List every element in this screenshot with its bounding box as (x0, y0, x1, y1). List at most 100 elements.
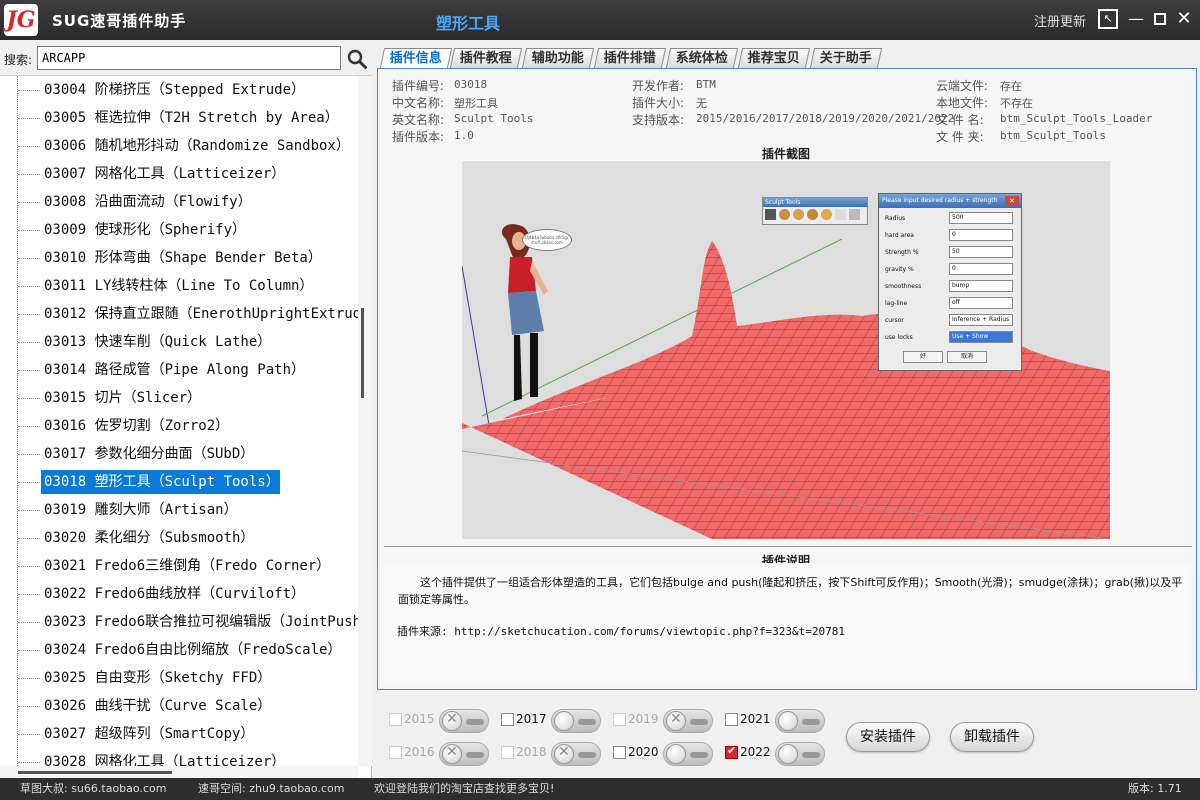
version-toggle[interactable]: ✕ (439, 742, 489, 766)
version-checkbox[interactable] (613, 713, 626, 726)
tree-item[interactable]: 03006 随机地形抖动（Randomize Sandbox） (44, 134, 350, 158)
tree-item[interactable]: 03010 形体弯曲（Shape Bender Beta） (44, 246, 322, 270)
tree-item[interactable]: 03007 网格化工具（Latticeizer） (44, 162, 285, 186)
tab-auxiliary[interactable]: 辅助功能 (521, 48, 595, 68)
tree-connector (18, 398, 40, 399)
tree-item[interactable]: 03023 Fredo6联合推拉可视编辑版（JointPushPull） (44, 610, 358, 634)
dialog-field-label: Radius (885, 215, 906, 222)
version-checkbox[interactable] (389, 746, 402, 759)
version-toggle[interactable]: ✕ (663, 709, 713, 733)
version-label: 2015 (404, 712, 435, 726)
close-button[interactable]: ✕ (1174, 9, 1194, 29)
version-toggle[interactable] (551, 709, 601, 733)
tab-about[interactable]: 关于助手 (809, 48, 883, 68)
dialog-field-input: bump (949, 280, 1013, 292)
person-figure (501, 224, 548, 401)
tree-item[interactable]: 03016 佐罗切割（Zorro2） (44, 414, 229, 438)
minimize-button[interactable]: — (1126, 9, 1146, 29)
toggle-knob (778, 711, 798, 731)
version-toggle[interactable] (663, 742, 713, 766)
tool-icon (835, 209, 846, 220)
status-shop-1[interactable]: 草图大叔: su66.taobao.com (20, 778, 166, 800)
tree-item[interactable]: 03014 路径成管（Pipe Along Path） (44, 358, 305, 382)
tree-item[interactable]: 03026 曲线干扰（Curve Scale） (44, 694, 271, 718)
disabled-x-icon: ✕ (558, 744, 570, 760)
version-toggle[interactable]: ✕ (551, 742, 601, 766)
dialog-cancel-button: 取消 (947, 351, 987, 363)
tree-item[interactable]: 03022 Fredo6曲线放样（Curviloft） (44, 582, 305, 606)
info-value: 不存在 (1000, 97, 1033, 110)
version-label: 2022 (740, 745, 771, 759)
register-update-link[interactable]: 注册更新 (1034, 11, 1086, 30)
info-value: 存在 (1000, 80, 1022, 93)
tree-item-selected[interactable]: 03018 塑形工具（Sculpt Tools） (41, 470, 280, 494)
tab-label: 辅助功能 (531, 51, 584, 66)
dialog-field-label: Strength % (885, 249, 919, 256)
tree-item[interactable]: 03009 使球形化（Spherify） (44, 218, 246, 242)
tab-plugin-info[interactable]: 插件信息 (379, 48, 453, 68)
tree-item[interactable]: 03028 网格化工具（Latticeizer） (44, 750, 285, 766)
tool-icon (821, 209, 832, 220)
maximize-button[interactable] (1150, 9, 1170, 29)
tab-label: 插件信息 (389, 51, 442, 66)
version-checkbox[interactable] (389, 713, 402, 726)
tree-item[interactable]: 03011 LY线转柱体（Line To Column） (44, 274, 313, 298)
search-icon[interactable] (347, 49, 367, 69)
tool-icon (849, 209, 860, 220)
tree-connector (18, 538, 40, 539)
tab-recommend[interactable]: 推荐宝贝 (737, 48, 811, 68)
vertical-scrollbar[interactable] (358, 76, 372, 766)
horizontal-scrollbar[interactable] (0, 766, 358, 778)
tab-plugin-tutorial[interactable]: 插件教程 (449, 48, 523, 68)
version-checkbox[interactable] (501, 713, 514, 726)
speech-bubble: sfj4b4a3ububu sflr5gr. stuff.pbses.com (522, 229, 572, 251)
horizontal-scroll-thumb[interactable] (18, 771, 172, 774)
dialog-field-label: use locks (885, 334, 913, 341)
tab-system-check[interactable]: 系统体检 (665, 48, 739, 68)
tree-item[interactable]: 03008 沿曲面流动（Flowify） (44, 190, 252, 214)
tree-item[interactable]: 03019 雕刻大师（Artisan） (44, 498, 238, 522)
version-checkbox[interactable] (725, 744, 738, 759)
toggle-track-icon (690, 752, 708, 758)
tree-item[interactable]: 03013 快速车削（Quick Lathe） (44, 330, 271, 354)
version-2017: 2017 (501, 709, 611, 733)
dialog-field-label: smoothness (885, 283, 922, 290)
search-input[interactable] (37, 46, 341, 70)
uninstall-plugin-button[interactable]: 卸载插件 (950, 722, 1034, 752)
tab-troubleshoot[interactable]: 插件排错 (593, 48, 667, 68)
tree-connector (18, 342, 40, 343)
info-value: 无 (696, 97, 707, 110)
expand-icon[interactable]: ↖ (1098, 9, 1118, 29)
install-plugin-button[interactable]: 安装插件 (846, 722, 930, 752)
status-bar: 草图大叔: su66.taobao.com 速哥空间: zhu9.taobao.… (0, 778, 1200, 800)
version-2015: 2015 ✕ (389, 709, 499, 733)
version-toggle[interactable]: ✕ (439, 709, 489, 733)
toolbar-icons (763, 207, 867, 222)
tree-item[interactable]: 03015 切片（Slicer） (44, 386, 201, 410)
info-value: btm_Sculpt_Tools_Loader (1000, 112, 1153, 125)
tree-item[interactable]: 03012 保持直立跟随（EnerothUprightExtruder） (44, 302, 358, 326)
tree-connector (18, 146, 40, 147)
tree-item[interactable]: 03017 参数化细分曲面（SUbD） (44, 442, 254, 466)
version-label: 2016 (404, 745, 435, 759)
tree-item[interactable]: 03004 阶梯挤压（Stepped Extrude） (44, 78, 305, 102)
tree-item[interactable]: 03024 Fredo6自由比例缩放（FredoScale） (44, 638, 341, 662)
info-key: 支持版本: (632, 113, 685, 127)
version-checkbox[interactable] (613, 746, 626, 759)
version-toggle[interactable] (775, 742, 825, 766)
tree-connector (18, 566, 40, 567)
tree-item[interactable]: 03027 超级阵列（SmartCopy） (44, 722, 254, 746)
toggle-track-icon (802, 752, 820, 758)
plugin-source[interactable]: 插件来源: http://sketchucation.com/forums/vi… (397, 623, 845, 639)
tree-item[interactable]: 03020 柔化细分（Subsmooth） (44, 526, 254, 550)
tree-item[interactable]: 03025 自由变形（Sketchy FFD） (44, 666, 271, 690)
status-shop-2[interactable]: 速哥空间: zhu9.taobao.com (198, 778, 344, 800)
version-toggle[interactable] (775, 709, 825, 733)
version-checkbox[interactable] (725, 713, 738, 726)
vertical-scroll-thumb[interactable] (361, 308, 364, 398)
version-checkbox[interactable] (501, 746, 514, 759)
tree-item[interactable]: 03021 Fredo6三维倒角（Fredo Corner） (44, 554, 330, 578)
tree-item[interactable]: 03005 框选拉伸（T2H Stretch by Area） (44, 106, 339, 130)
sculpt-dialog: Please input desired radius + strength ✕… (878, 193, 1022, 371)
version-2020: 2020 (613, 742, 723, 766)
